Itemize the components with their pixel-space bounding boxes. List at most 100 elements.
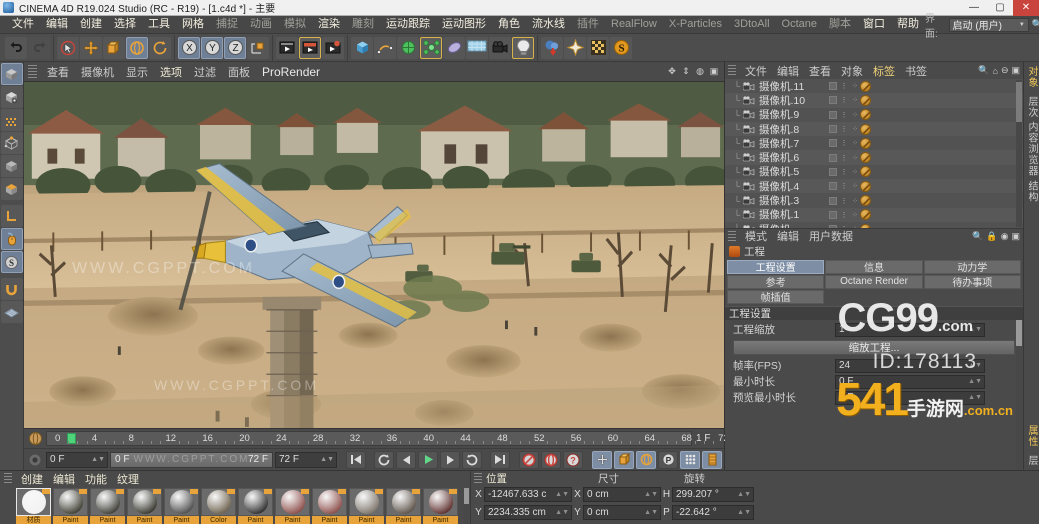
field-size-x[interactable]: 0 cm ▲▼ (583, 487, 661, 502)
spinner-icon[interactable]: ▲▼ (644, 509, 658, 516)
zoom-icon[interactable]: ⇕ (680, 66, 692, 78)
position-key-icon[interactable] (592, 451, 612, 469)
object-visibility-dots[interactable]: ⋮⁘ (829, 111, 859, 119)
spinner-icon[interactable]: ▲▼ (968, 362, 982, 369)
material-swatch[interactable]: Paint (349, 488, 384, 524)
mat-menu-function[interactable]: 功能 (80, 471, 112, 487)
start-frame-field[interactable]: 0 F ▲▼ (46, 452, 108, 468)
polygons-mode-icon[interactable] (1, 178, 23, 200)
keyframe-icon[interactable] (24, 429, 46, 448)
visibility-render-dot[interactable]: ⁘ (851, 125, 859, 133)
rotate-tool-icon[interactable] (126, 37, 148, 59)
visibility-render-dot[interactable]: ⁘ (851, 154, 859, 162)
protection-tag-icon[interactable] (860, 166, 871, 177)
vtab-attributes[interactable]: 属性 (1023, 421, 1039, 451)
object-visibility-dots[interactable]: ⋮⁘ (829, 82, 859, 90)
visibility-editor-dot[interactable]: ⋮ (840, 111, 848, 119)
spinner-icon[interactable]: ▲▼ (91, 456, 105, 463)
viewport-grip-icon[interactable] (28, 65, 37, 79)
object-list-item[interactable]: └摄像机⋮⁘ (725, 222, 1023, 228)
menu-mograph[interactable]: 运动图形 (436, 16, 492, 33)
tree-toggle-icon[interactable]: └ (731, 181, 743, 191)
viewport-menu-filter[interactable]: 过滤 (188, 64, 222, 80)
viewport-menu-prorender[interactable]: ProRender (256, 65, 326, 79)
material-swatch[interactable]: Paint (53, 488, 88, 524)
field-rotation-h[interactable]: 299.207 ° ▲▼ (672, 487, 754, 502)
menu-xparticles[interactable]: X-Particles (663, 16, 728, 33)
protection-tag-icon[interactable] (860, 224, 871, 228)
object-list-item[interactable]: └摄像机.8⋮⁘ (725, 122, 1023, 136)
mat-menu-texture[interactable]: 纹理 (112, 471, 144, 487)
object-visibility-dots[interactable]: ⋮⁘ (829, 125, 859, 133)
camera-icon[interactable] (489, 37, 511, 59)
visibility-render-dot[interactable]: ⁘ (851, 182, 859, 190)
pan-icon[interactable]: ✥ (666, 66, 678, 78)
material-swatch[interactable]: Paint (164, 488, 199, 524)
enable-snap-icon[interactable] (1, 228, 23, 250)
mat-menu-edit[interactable]: 编辑 (48, 471, 80, 487)
field-position-x[interactable]: -12467.633 c ▲▼ (484, 487, 572, 502)
tab-octane-render[interactable]: Octane Render (825, 275, 922, 289)
object-enable-checkbox[interactable] (829, 82, 837, 90)
object-list-item[interactable]: └摄像机.11⋮⁘ (725, 79, 1023, 93)
material-swatch[interactable]: Paint (386, 488, 421, 524)
vtab-objects[interactable]: 对象 (1023, 62, 1039, 92)
object-list-item[interactable]: └摄像机.4⋮⁘ (725, 179, 1023, 193)
autokey-icon[interactable] (541, 451, 561, 469)
points-mode-icon[interactable] (1, 132, 23, 154)
axis-x-icon[interactable]: X (178, 37, 200, 59)
tree-toggle-icon[interactable]: └ (731, 167, 743, 177)
keyframe-mode-icon[interactable] (702, 451, 722, 469)
material-list[interactable]: 材质PaintPaintPaintPaintColorPaintPaintPai… (0, 486, 470, 524)
visibility-render-dot[interactable]: ⁘ (851, 139, 859, 147)
rotate-view-icon[interactable]: ◍ (694, 66, 706, 78)
object-list[interactable]: CG99 └摄像机.11⋮⁘└摄像机.10⋮⁘└摄像机.9⋮⁘└摄像机.8⋮⁘└… (725, 79, 1023, 228)
light-icon[interactable] (512, 37, 534, 59)
goto-start-icon[interactable] (346, 451, 366, 469)
menu-window[interactable]: 窗口 (857, 16, 891, 33)
object-list-item[interactable]: └摄像机.3⋮⁘ (725, 193, 1023, 207)
nurbs-icon[interactable] (397, 37, 419, 59)
visibility-editor-dot[interactable]: ⋮ (840, 125, 848, 133)
visibility-render-dot[interactable]: ⁘ (851, 211, 859, 219)
tree-toggle-icon[interactable]: └ (731, 110, 743, 120)
spinner-icon[interactable]: ▲▼ (320, 456, 334, 463)
menu-simulate[interactable]: 模拟 (278, 16, 312, 33)
spinner-icon[interactable]: ▲▼ (968, 326, 982, 333)
goto-end-icon[interactable] (490, 451, 510, 469)
move-tool-icon[interactable] (80, 37, 102, 59)
object-visibility-dots[interactable]: ⋮⁘ (829, 154, 859, 162)
visibility-editor-dot[interactable]: ⋮ (840, 82, 848, 90)
om-menu-bookmarks[interactable]: 书签 (900, 63, 932, 79)
axis-mode-icon[interactable] (1, 205, 23, 227)
material-swatch[interactable]: Paint (90, 488, 125, 524)
menu-help[interactable]: 帮助 (891, 16, 925, 33)
object-enable-checkbox[interactable] (829, 211, 837, 219)
scale-project-button[interactable]: 缩放工程... (733, 340, 1015, 355)
substance-mode-icon[interactable]: S (1, 251, 23, 273)
object-enable-checkbox[interactable] (829, 182, 837, 190)
protection-tag-icon[interactable] (860, 152, 871, 163)
am-menu-userdata[interactable]: 用户数据 (804, 228, 858, 244)
vtab-layers[interactable]: 层 (1023, 451, 1039, 470)
spinner-icon[interactable]: ▲▼ (737, 491, 751, 498)
protection-tag-icon[interactable] (860, 138, 871, 149)
material-swatch[interactable]: Paint (312, 488, 347, 524)
tree-toggle-icon[interactable]: └ (731, 138, 743, 148)
scale-key-icon[interactable] (614, 451, 634, 469)
timeline-track[interactable]: 04812162024283236404448525660646872 (46, 431, 692, 446)
visibility-render-dot[interactable]: ⁘ (851, 111, 859, 119)
am-menu-mode[interactable]: 模式 (740, 228, 772, 244)
menu-sculpt[interactable]: 雕刻 (346, 16, 380, 33)
object-list-item[interactable]: └摄像机.7⋮⁘ (725, 136, 1023, 150)
om-menu-file[interactable]: 文件 (740, 63, 772, 79)
material-swatch[interactable]: Paint (275, 488, 310, 524)
record-icon[interactable] (519, 451, 539, 469)
menu-select[interactable]: 选择 (108, 16, 142, 33)
pla-key-icon[interactable] (680, 451, 700, 469)
keyframe-selection-icon[interactable]: ? (563, 451, 583, 469)
tree-toggle-icon[interactable]: └ (731, 95, 743, 105)
rotation-key-icon[interactable] (636, 451, 656, 469)
protection-tag-icon[interactable] (860, 181, 871, 192)
material-manager-grip-icon[interactable] (4, 473, 12, 484)
